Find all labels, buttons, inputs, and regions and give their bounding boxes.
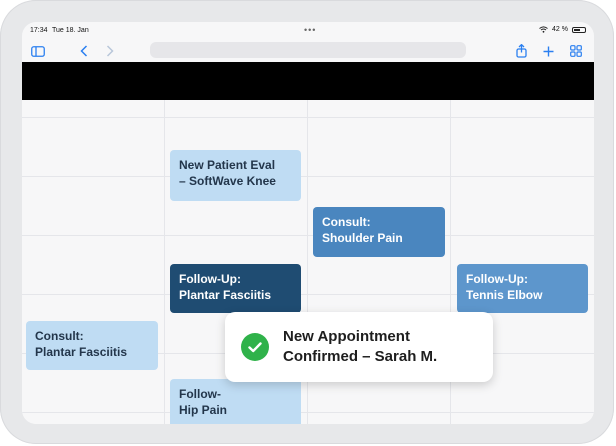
appointment-subtitle: Shoulder Pain	[322, 231, 403, 245]
toast-message: New Appointment Confirmed – Sarah M.	[283, 327, 437, 367]
battery-percent: 42 %	[552, 26, 568, 33]
appointment-subtitle: Plantar Fasciitis	[179, 288, 272, 302]
status-time: 17:34	[30, 27, 48, 34]
browser-toolbar	[22, 40, 594, 62]
appointment-subtitle: – SoftWave Knee	[179, 174, 276, 188]
check-circle-icon	[241, 333, 269, 361]
appointment-followup-tennis-elbow[interactable]: Follow-Up: Tennis Elbow	[457, 264, 588, 313]
confirmation-toast[interactable]: New Appointment Confirmed – Sarah M.	[225, 312, 493, 382]
grid-line	[22, 235, 594, 236]
appointment-title: Follow-Up:	[466, 272, 528, 286]
battery-icon	[572, 26, 586, 33]
appointment-consult-plantar[interactable]: Consult: Plantar Fasciitis	[26, 321, 158, 370]
appointment-title: New Patient Eval	[179, 158, 276, 172]
appointment-followup-plantar[interactable]: Follow-Up: Plantar Fasciitis	[170, 264, 301, 313]
black-banner	[22, 62, 594, 100]
sidebar-icon[interactable]	[30, 43, 46, 59]
appointment-consult-shoulder[interactable]: Consult: Shoulder Pain	[313, 207, 445, 257]
tablet-screen: 17:34 Tue 18. Jan ••• 42 % New Patient E…	[22, 22, 594, 424]
appointment-title: Consult:	[322, 215, 371, 229]
appointment-title: Consult:	[35, 329, 84, 343]
back-chevron-icon[interactable]	[76, 43, 92, 59]
appointment-title: Follow-Up:	[179, 272, 241, 286]
appointment-subtitle: Tennis Elbow	[466, 288, 543, 302]
wifi-icon	[539, 26, 548, 33]
multitask-dots-icon[interactable]: •••	[304, 25, 316, 35]
appointment-subtitle: Plantar Fasciitis	[35, 345, 128, 359]
appointment-followup-hip[interactable]: Follow- Hip Pain	[170, 379, 301, 424]
toast-line-2: Confirmed – Sarah M.	[283, 348, 438, 365]
tabs-grid-icon[interactable]	[568, 43, 584, 59]
forward-chevron-icon[interactable]	[102, 43, 118, 59]
grid-line	[22, 412, 594, 413]
status-right: 42 %	[539, 26, 586, 33]
status-date: Tue 18. Jan	[52, 27, 89, 34]
grid-line	[164, 100, 165, 424]
tablet-frame: 17:34 Tue 18. Jan ••• 42 % New Patient E…	[0, 0, 614, 444]
appointment-title: Follow-	[179, 387, 221, 401]
appointment-new-patient-eval[interactable]: New Patient Eval – SoftWave Knee	[170, 150, 301, 201]
grid-line	[22, 176, 594, 177]
appointment-subtitle: Hip Pain	[179, 403, 228, 417]
add-tab-icon[interactable]	[540, 43, 556, 59]
address-bar[interactable]	[150, 42, 466, 58]
toast-line-1: New Appointment	[283, 328, 410, 345]
grid-line	[22, 117, 594, 118]
status-bar: 17:34 Tue 18. Jan ••• 42 %	[22, 22, 594, 40]
share-icon[interactable]	[513, 43, 529, 59]
